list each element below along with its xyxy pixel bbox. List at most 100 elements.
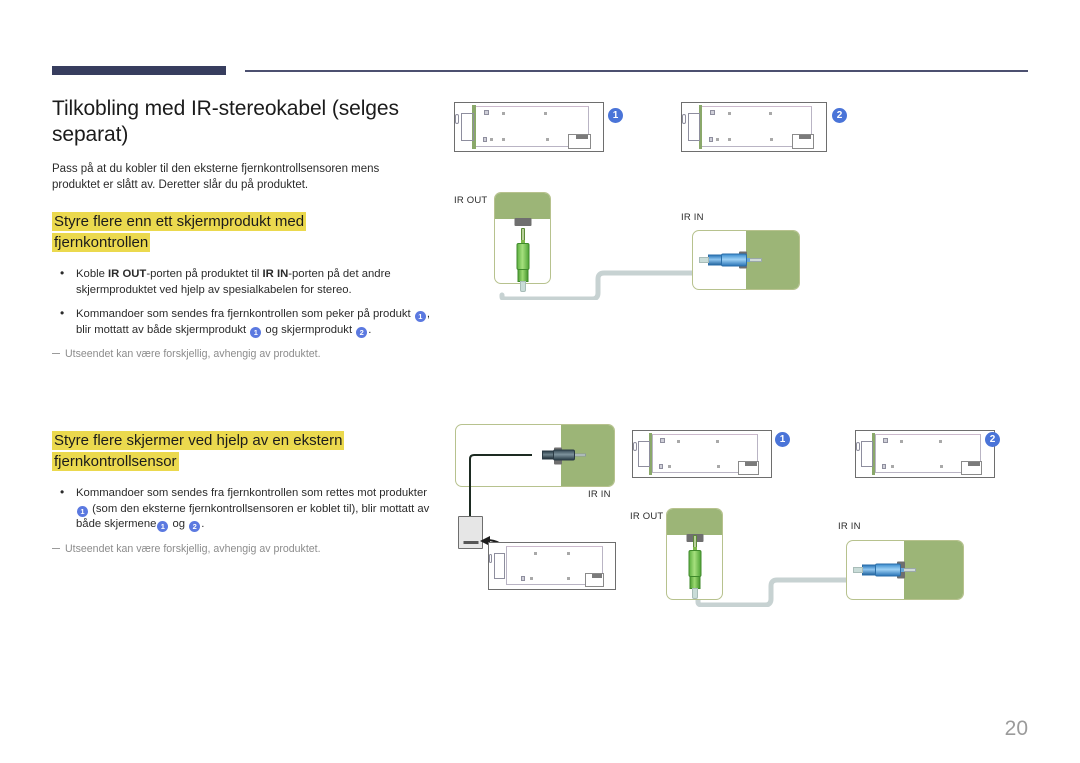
diagram1-badge-1: 1	[608, 108, 623, 123]
device-port-chip	[745, 461, 757, 466]
device-stand-bracket	[493, 552, 505, 580]
diagram1-device-2	[681, 102, 827, 152]
plug-tip	[574, 453, 586, 457]
list-item: Kommandoer som sendes fra fjernkontrolle…	[52, 485, 437, 533]
plug-body	[721, 253, 747, 267]
green-stereo-plug	[686, 535, 704, 601]
device-marker	[530, 576, 534, 580]
diagram2-ir-in-label-left: IR IN	[588, 489, 611, 500]
plug-collar	[862, 564, 876, 576]
diagram2-ir-out-label: IR OUT	[630, 511, 664, 522]
device-port-chip	[799, 135, 811, 139]
device-marker	[770, 138, 774, 141]
diagram2-badge-1: 1	[775, 432, 790, 447]
device-port-chip	[968, 461, 980, 466]
section2-heading-wrap: Styre flere skjermer ved hjelp av en eks…	[52, 430, 377, 472]
device-marker	[768, 112, 772, 115]
header-rule-line	[245, 70, 1028, 72]
device-marker	[502, 112, 505, 115]
device-marker	[567, 551, 571, 555]
text-column: Tilkobling med IR-stereokabel (selges se…	[52, 96, 444, 557]
bullet1-mid: -porten på produktet til	[146, 268, 263, 280]
device-side-tab	[855, 441, 860, 452]
device-marker	[545, 138, 549, 141]
device-marker	[891, 464, 895, 468]
plug-tail	[699, 257, 709, 263]
device-marker	[660, 437, 665, 443]
device-marker	[899, 439, 903, 443]
device-marker	[534, 551, 538, 555]
document-page: Tilkobling med IR-stereokabel (selges se…	[0, 0, 1080, 763]
s2-bullet-part3: og	[169, 518, 189, 530]
device-marker	[881, 463, 886, 469]
device-port-chip	[591, 573, 602, 578]
bullet2-part4: .	[368, 323, 372, 336]
inline-badge-1b: 1	[250, 326, 262, 338]
s2-bullet-part1: Kommandoer som sendes fra fjernkontrolle…	[76, 487, 427, 499]
diagram2-badge-2: 2	[985, 432, 1000, 447]
plug-tip	[749, 258, 762, 262]
device-marker	[727, 112, 731, 115]
device-marker	[482, 137, 487, 142]
green-stereo-plug	[514, 228, 532, 294]
device-marker	[939, 439, 942, 443]
section1-bullet-list: Koble IR OUT-porten på produktet til IR …	[52, 266, 444, 338]
device-marker	[883, 437, 888, 443]
plug-body	[688, 550, 702, 577]
bullet1-bold-ir-out: IR OUT	[108, 268, 147, 280]
bullet2-part1: Kommandoer som sendes fra fjernkontrolle…	[76, 308, 414, 320]
device-marker	[717, 464, 721, 468]
page-title: Tilkobling med IR-stereokabel (selges se…	[52, 97, 399, 146]
inline-badge-1b: 1	[157, 521, 169, 532]
section1-heading-wrap: Styre flere enn ett skjermprodukt med fj…	[52, 211, 382, 253]
header-accent-bar	[52, 66, 226, 75]
inline-badge-1: 1	[77, 505, 88, 517]
section2-heading: Styre flere skjermer ved hjelp av en eks…	[52, 431, 345, 471]
plug-body	[875, 563, 901, 577]
device-side-tab	[632, 441, 637, 452]
diagram2-device-with-sensor	[488, 542, 616, 590]
plug-tip	[903, 568, 916, 572]
panel-green-cap	[667, 509, 722, 535]
s2-bullet-part2: (som den eksterne fjernkontrollsensoren …	[76, 502, 430, 531]
device-marker	[484, 110, 489, 115]
inline-badge-2: 2	[356, 326, 368, 338]
device-marker	[727, 138, 731, 141]
section1-note: Utseendet kan være forskjellig, avhengig…	[52, 347, 444, 362]
plug-body	[516, 243, 530, 270]
plug-collar	[708, 254, 722, 266]
section2-note: Utseendet kan være forskjellig, avhengig…	[52, 542, 444, 557]
device-side-tab	[488, 553, 493, 564]
device-marker	[710, 110, 716, 115]
plug-tail	[853, 567, 863, 573]
intro-paragraph: Pass på at du kobler til den eksterne fj…	[52, 163, 380, 191]
plug-tail	[692, 588, 698, 599]
device-marker	[502, 138, 505, 141]
list-item: Koble IR OUT-porten på produktet til IR …	[52, 266, 437, 298]
plug-tail	[520, 281, 526, 292]
diagram1-device-1	[454, 102, 604, 152]
diagram2-ir-in-label: IR IN	[838, 521, 861, 532]
diagram2-sensor-cable	[468, 452, 548, 524]
blue-stereo-plug	[848, 560, 916, 580]
device-marker	[544, 112, 547, 115]
device-side-tab	[454, 114, 460, 124]
panel-green-cap	[495, 193, 550, 219]
page-number: 20	[1004, 717, 1028, 740]
diagram2-device-2	[855, 430, 995, 478]
diagram2-device-1	[632, 430, 772, 478]
device-stand-bracket	[638, 440, 651, 468]
device-marker	[940, 464, 944, 468]
ir-out-port	[514, 218, 531, 226]
section2-bullet-list: Kommandoer som sendes fra fjernkontrolle…	[52, 485, 444, 533]
diagram1-ir-in-label: IR IN	[681, 212, 704, 223]
device-marker	[567, 576, 571, 580]
section1-heading: Styre flere enn ett skjermprodukt med fj…	[52, 212, 307, 252]
diagram1-ir-out-label: IR OUT	[454, 195, 488, 206]
bullet2-part3: og skjermprodukt	[262, 323, 356, 336]
bullet1-bold-ir-in: IR IN	[262, 268, 289, 280]
s2-bullet-part4: .	[201, 518, 205, 530]
list-item: Kommandoer som sendes fra fjernkontrolle…	[52, 306, 437, 338]
device-marker	[716, 138, 720, 141]
device-stand-bracket	[460, 113, 474, 141]
